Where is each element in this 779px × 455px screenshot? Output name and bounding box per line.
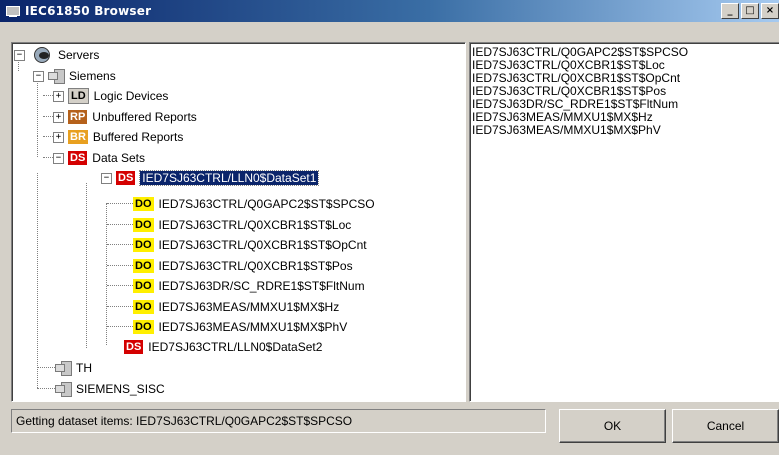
minimize-button[interactable]: _ bbox=[721, 3, 739, 19]
br-icon: BR bbox=[68, 130, 88, 144]
tree-node-data-object[interactable]: DO IED7SJ63CTRL/Q0XCBR1$ST$OpCnt bbox=[133, 235, 367, 255]
tree-node-label: Servers bbox=[58, 48, 100, 62]
do-icon: DO bbox=[133, 259, 154, 273]
tree-node-data-object[interactable]: DO IED7SJ63CTRL/Q0XCBR1$ST$Loc bbox=[133, 215, 351, 235]
computer-icon bbox=[48, 69, 65, 84]
ld-icon: LD bbox=[68, 88, 89, 104]
tree-node-data-object[interactable]: DO IED7SJ63CTRL/Q0GAPC2$ST$SPCSO bbox=[133, 194, 375, 214]
status-bar: Getting dataset items: IED7SJ63CTRL/Q0GA… bbox=[11, 409, 546, 433]
do-icon: DO bbox=[133, 197, 154, 211]
tree-node-dataset2[interactable]: DS IED7SJ63CTRL/LLN0$DataSet2 bbox=[124, 337, 322, 357]
ds-icon: DS bbox=[116, 171, 136, 185]
tree-node-label: SIEMENS_SISC bbox=[76, 382, 165, 396]
do-icon: DO bbox=[133, 218, 154, 232]
tree-node-label: IED7SJ63CTRL/Q0XCBR1$ST$Loc bbox=[158, 218, 352, 232]
tree-node-dataset1[interactable]: − DS IED7SJ63CTRL/LLN0$DataSet1 bbox=[101, 168, 320, 188]
tree-node-label: IED7SJ63CTRL/LLN0$DataSet1 bbox=[139, 170, 320, 186]
ds-icon: DS bbox=[68, 151, 88, 165]
dataset-items-list[interactable]: IED7SJ63CTRL/Q0GAPC2$ST$SPCSO IED7SJ63CT… bbox=[469, 42, 779, 402]
collapse-toggle[interactable]: − bbox=[101, 172, 112, 184]
collapse-toggle[interactable]: − bbox=[14, 49, 25, 61]
tree-node-label: IED7SJ63MEAS/MMXU1$MX$Hz bbox=[158, 300, 340, 314]
ds-icon: DS bbox=[124, 340, 144, 354]
servers-icon bbox=[34, 47, 52, 63]
collapse-toggle[interactable]: − bbox=[53, 152, 64, 164]
computer-icon bbox=[55, 382, 72, 397]
tree-node-data-object[interactable]: DO IED7SJ63MEAS/MMXU1$MX$PhV bbox=[133, 317, 347, 337]
tree-node-buffered-reports[interactable]: + BR Buffered Reports bbox=[53, 127, 183, 147]
expand-toggle[interactable]: + bbox=[53, 131, 64, 143]
tree-node-unbuffered-reports[interactable]: + RP Unbuffered Reports bbox=[53, 107, 197, 127]
tree-node-label: Unbuffered Reports bbox=[92, 110, 197, 124]
maximize-button[interactable]: □ bbox=[741, 3, 759, 19]
tree-node-servers[interactable]: − Servers bbox=[14, 45, 99, 65]
tree-node-data-object[interactable]: DO IED7SJ63DR/SC_RDRE1$ST$FltNum bbox=[133, 276, 365, 296]
computer-icon bbox=[6, 4, 20, 18]
status-text: Getting dataset items: IED7SJ63CTRL/Q0GA… bbox=[16, 414, 353, 428]
tree-node-label: IED7SJ63CTRL/Q0GAPC2$ST$SPCSO bbox=[158, 197, 375, 211]
tree-node-label: Logic Devices bbox=[93, 89, 169, 103]
tree-node-label: TH bbox=[76, 361, 92, 375]
do-icon: DO bbox=[133, 279, 154, 293]
tree-node-logic-devices[interactable]: + LD Logic Devices bbox=[53, 86, 168, 106]
tree-node-label: IED7SJ63CTRL/LLN0$DataSet2 bbox=[148, 340, 323, 354]
window-title: IEC61850 Browser bbox=[25, 4, 152, 18]
rp-icon: RP bbox=[68, 110, 88, 124]
do-icon: DO bbox=[133, 320, 154, 334]
title-bar[interactable]: IEC61850 Browser _ □ × bbox=[0, 0, 779, 22]
tree-view[interactable]: − Servers − Siemens + LD Logic Devices +… bbox=[11, 42, 466, 402]
tree-node-label: IED7SJ63DR/SC_RDRE1$ST$FltNum bbox=[158, 279, 365, 293]
tree-node-data-object[interactable]: DO IED7SJ63CTRL/Q0XCBR1$ST$Pos bbox=[133, 256, 353, 276]
computer-icon bbox=[55, 361, 72, 376]
cancel-button[interactable]: Cancel bbox=[672, 409, 779, 443]
list-item[interactable]: IED7SJ63MEAS/MMXU1$MX$PhV bbox=[472, 124, 661, 137]
tree-node-th[interactable]: TH bbox=[55, 358, 92, 378]
tree-node-siemens-sisc[interactable]: SIEMENS_SISC bbox=[55, 379, 165, 399]
tree-node-label: Data Sets bbox=[92, 151, 145, 165]
tree-node-label: IED7SJ63MEAS/MMXU1$MX$PhV bbox=[158, 320, 348, 334]
tree-node-label: IED7SJ63CTRL/Q0XCBR1$ST$OpCnt bbox=[158, 238, 367, 252]
tree-node-label: Buffered Reports bbox=[92, 130, 184, 144]
tree-node-label: Siemens bbox=[69, 69, 116, 83]
expand-toggle[interactable]: + bbox=[53, 90, 64, 102]
tree-node-label: IED7SJ63CTRL/Q0XCBR1$ST$Pos bbox=[158, 259, 353, 273]
tree-node-siemens[interactable]: − Siemens bbox=[33, 66, 116, 86]
close-button[interactable]: × bbox=[761, 3, 779, 19]
collapse-toggle[interactable]: − bbox=[33, 70, 44, 82]
ok-button[interactable]: OK bbox=[559, 409, 666, 443]
do-icon: DO bbox=[133, 238, 154, 252]
tree-node-data-object[interactable]: DO IED7SJ63MEAS/MMXU1$MX$Hz bbox=[133, 297, 339, 317]
do-icon: DO bbox=[133, 300, 154, 314]
expand-toggle[interactable]: + bbox=[53, 111, 64, 123]
tree-node-data-sets[interactable]: − DS Data Sets bbox=[53, 148, 145, 168]
